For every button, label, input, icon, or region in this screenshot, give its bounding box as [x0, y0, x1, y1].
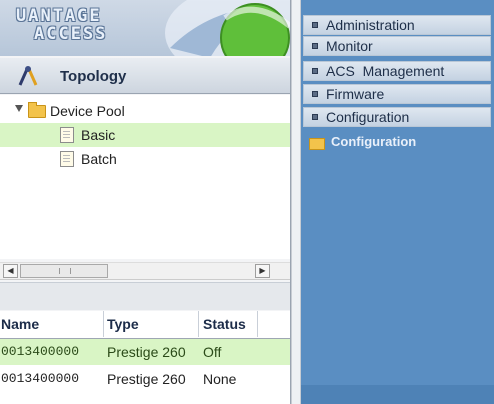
logo-banner: UANTAGE ACCESS — [0, 0, 290, 56]
cell-type: Prestige 260 — [107, 371, 186, 387]
tree-item-label: Basic — [81, 127, 116, 143]
tree-item-device-pool[interactable]: Device Pool — [0, 99, 290, 123]
column-header-status[interactable]: Status — [200, 311, 258, 337]
scrollbar-grip — [59, 268, 71, 274]
topology-header: Topology — [0, 58, 290, 94]
nav-item-configuration[interactable]: Configuration — [303, 107, 491, 127]
horizontal-scrollbar[interactable]: ◀ ▶ — [0, 262, 290, 280]
nav-item-acs-management[interactable]: ACS Management — [303, 61, 491, 81]
expand-arrow-icon[interactable] — [15, 105, 23, 112]
bullet-icon — [312, 22, 318, 28]
navigation-panel: Administration Monitor ACS Management Fi… — [301, 0, 494, 404]
document-icon — [60, 127, 74, 143]
app-window: UANTAGE ACCESS Topology Device Pool Basi… — [0, 0, 494, 404]
table-header-row: Name Type Status — [0, 311, 290, 339]
tree-item-label: Device Pool — [50, 103, 125, 119]
column-header-name[interactable]: Name — [0, 311, 104, 337]
column-header-type[interactable]: Type — [105, 311, 199, 337]
nav-item-firmware[interactable]: Firmware — [303, 84, 491, 104]
tree-item-label: Batch — [81, 151, 117, 167]
bullet-icon — [312, 114, 318, 120]
nav-item-label: ACS Management — [326, 63, 445, 79]
panel-splitter[interactable] — [0, 282, 290, 310]
cell-name: 0013400000 — [1, 371, 80, 386]
logo-text-line1: UANTAGE — [16, 6, 102, 26]
scroll-right-button[interactable]: ▶ — [255, 264, 270, 278]
nav-item-monitor[interactable]: Monitor — [303, 36, 491, 56]
left-panel: UANTAGE ACCESS Topology Device Pool Basi… — [0, 0, 291, 404]
topology-title: Topology — [60, 68, 127, 85]
logo-text-line2: ACCESS — [34, 24, 108, 44]
nav-item-label: Monitor — [326, 38, 373, 54]
scroll-left-button[interactable]: ◀ — [3, 264, 18, 278]
bullet-icon — [312, 43, 318, 49]
bullet-icon — [312, 91, 318, 97]
nav-item-administration[interactable]: Administration — [303, 15, 491, 35]
logo-swoosh-graphic — [165, 0, 290, 56]
cell-name: 0013400000 — [1, 344, 80, 359]
cell-type: Prestige 260 — [107, 344, 186, 360]
table-row[interactable]: 0013400000 Prestige 260 Off — [0, 339, 290, 365]
scrollbar-thumb[interactable] — [20, 264, 108, 278]
folder-icon — [28, 102, 46, 118]
nav-item-label: Firmware — [326, 86, 385, 102]
device-tree: Device Pool Basic Batch — [0, 95, 290, 259]
document-icon — [60, 151, 74, 167]
table-row[interactable]: 0013400000 Prestige 260 None — [0, 366, 290, 392]
compass-icon — [18, 66, 38, 86]
nav-footer-strip — [301, 385, 494, 404]
nav-item-label: Configuration — [326, 109, 410, 125]
bullet-icon — [312, 68, 318, 74]
nav-item-label: Administration — [326, 17, 415, 33]
tree-item-basic[interactable]: Basic — [0, 123, 290, 147]
folder-open-icon — [309, 138, 325, 150]
vertical-splitter[interactable] — [291, 0, 301, 404]
cell-status: Off — [203, 344, 222, 360]
tree-item-batch[interactable]: Batch — [0, 147, 290, 171]
nav-open-section-label: Configuration — [331, 134, 417, 149]
cell-status: None — [203, 371, 237, 387]
device-table: Name Type Status 0013400000 Prestige 260… — [0, 311, 290, 404]
